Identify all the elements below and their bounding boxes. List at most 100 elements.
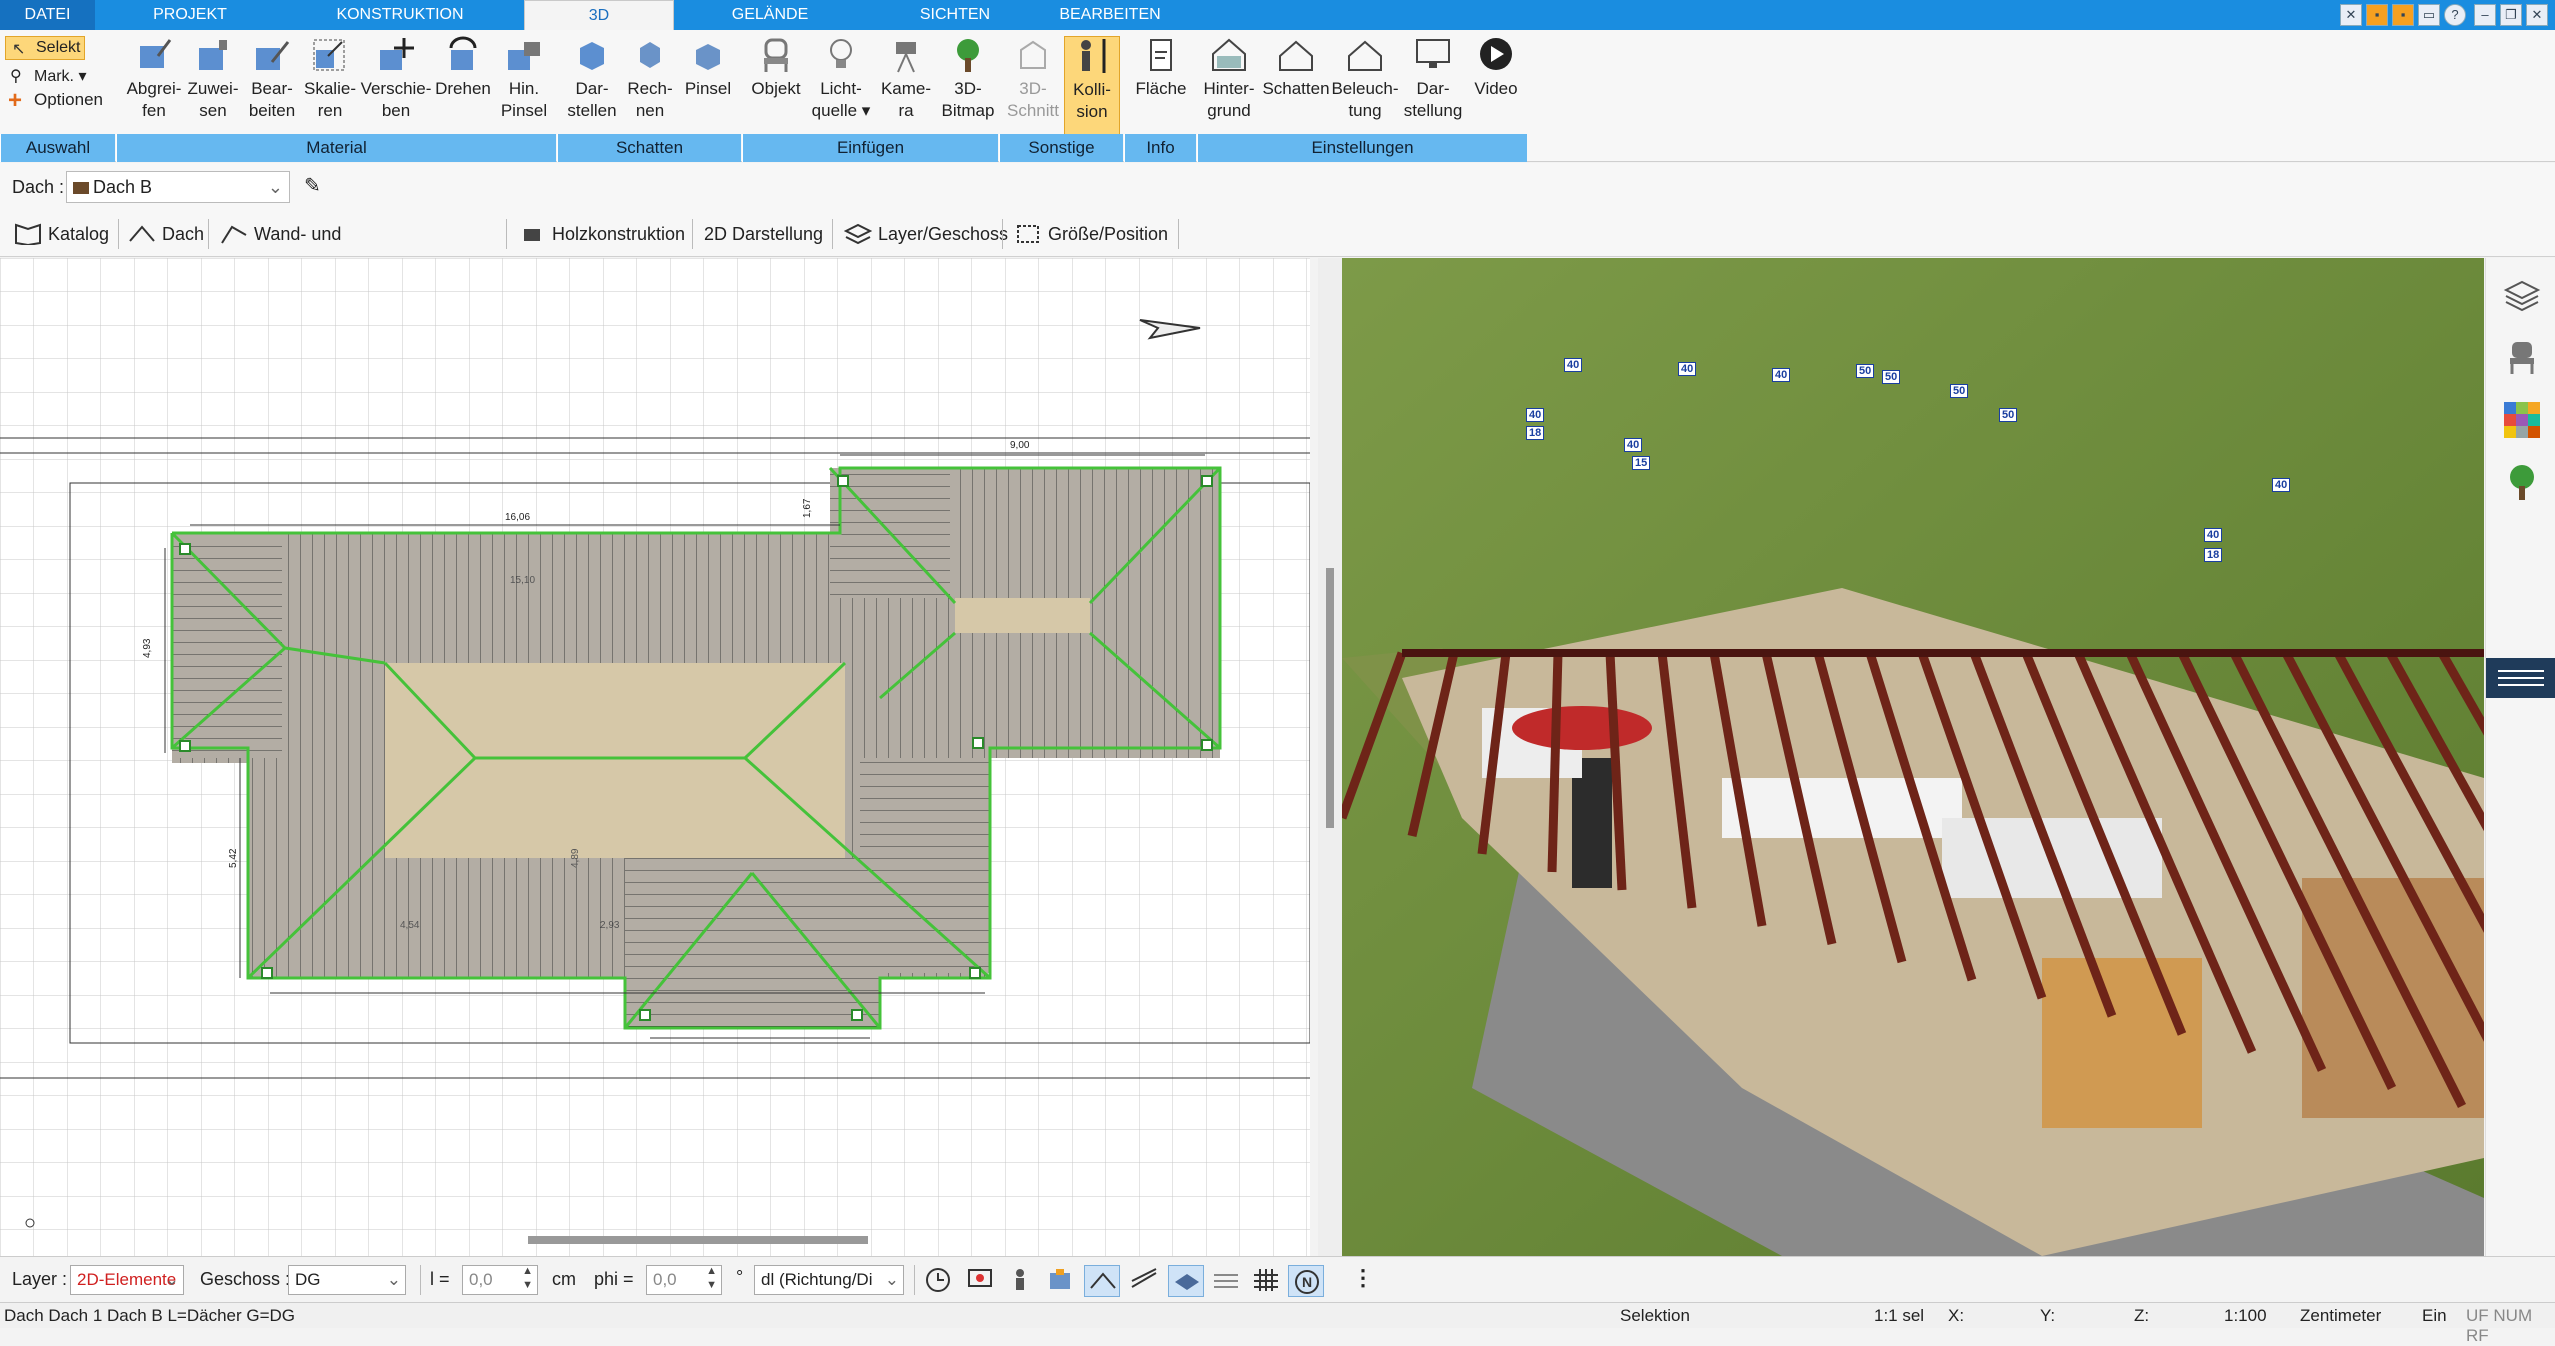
verschieben-button[interactable]: Verschie-ben [358,36,434,122]
view-3d[interactable]: 404040505050504040184015401850 [1342,258,2484,1256]
rafter-view-icon[interactable] [1130,1267,1158,1293]
walk-icon[interactable] [1006,1267,1034,1293]
home-icon[interactable]: ▪ [2366,4,2388,26]
layout-icon[interactable]: ▭ [2418,4,2440,26]
schnitt-button[interactable]: 3D- Schnitt [1002,36,1064,122]
camera-icon [896,42,916,73]
tab-projekt[interactable]: PROJEKT [120,0,260,30]
dach-select-row: Dach : Dach B ⌄ ✎ [0,163,2555,211]
tab-gelaende[interactable]: GELÄNDE [700,0,840,30]
hin-pinsel-button[interactable]: Hin. Pinsel [494,36,554,122]
cube-shadow-icon [580,42,604,70]
layer-dropdown[interactable]: 2D-Elemente ⌄ [70,1265,184,1295]
lines-view-icon[interactable] [1212,1267,1240,1293]
north-button[interactable]: N [1288,1265,1324,1297]
materials-panel-icon[interactable] [2502,400,2542,440]
pencil-icon[interactable]: ✎ [304,173,321,198]
plane-view-button[interactable] [1168,1265,1204,1297]
darstellung-button[interactable]: Dar-stellung [1400,36,1466,122]
monitor-icon [1416,39,1450,68]
kollision-button[interactable]: Kolli-sion [1064,36,1120,138]
schatten-settings-button[interactable]: Schatten [1260,36,1332,100]
holzkonstruktion-label: Holzkonstruktion [552,224,686,244]
object-icon[interactable] [1046,1267,1074,1293]
selekt-button[interactable]: ↖ Selekt [5,36,85,60]
roof-view-button[interactable] [1084,1265,1120,1297]
sidebar-toggle-button[interactable] [2486,658,2555,698]
tab-konstruktion[interactable]: KONSTRUKTION [320,0,480,30]
bitmap-button[interactable]: 3D- Bitmap [936,36,1000,122]
tab-3d[interactable]: 3D [524,0,674,30]
window-icon[interactable]: ▪ [2392,4,2414,26]
drehen-button[interactable]: Drehen [432,36,494,100]
kamera-label-2: ra [898,101,914,120]
house-light-icon [1348,40,1382,71]
tab-bearbeiten[interactable]: BEARBEITEN [1040,0,1180,30]
selekt-label: Selekt [36,39,81,56]
roof-pitch-label: 40 [2272,478,2291,492]
roof-pitch-label: 40 [1564,358,1583,372]
close-icon[interactable]: ✕ [2526,4,2548,26]
group-schatten: Schatten [557,134,741,162]
roof-pitch-label: 40 [1624,438,1643,452]
beleuchtung-button[interactable]: Beleuch-tung [1330,36,1400,122]
plan-canvas[interactable]: 9,00 16,06 4,93 5,42 1,67 15,10 4,54 2,9… [0,258,1310,1258]
katalog-button[interactable]: Katalog [6,217,116,251]
darstellen-button[interactable]: Dar-stellen [562,36,622,122]
phi-input[interactable]: 0,0 ▲ ▼ [646,1265,722,1295]
hintergrund-button[interactable]: Hinter-grund [1198,36,1260,122]
dach-dropdown[interactable]: Dach B ⌄ [66,171,290,203]
dach-button[interactable]: Dach [120,217,204,251]
restore-icon[interactable]: ❐ [2500,4,2522,26]
bearbeiten-button[interactable]: Bear-beiten [242,36,302,122]
plan-view[interactable]: 9,00 16,06 4,93 5,42 1,67 15,10 4,54 2,9… [0,258,1310,1258]
holzkonstruktion-button[interactable]: Holzkonstruktion [510,217,690,251]
screen-icon[interactable] [966,1267,994,1293]
optionen-button[interactable]: + Optionen [8,87,108,114]
timber-icon [524,229,540,241]
tab-datei[interactable]: DATEI [0,0,95,30]
ribbon: ↖ Selekt ⚲ Mark. ▾ + Optionen Auswahl Ab… [0,30,2555,162]
scroll-thumb[interactable] [1326,568,1334,828]
stepper-icon[interactable]: ▲ ▼ [706,1264,717,1292]
help-icon[interactable]: ? [2444,4,2466,26]
kamera-button[interactable]: Kame-ra [874,36,938,122]
rechnen-button[interactable]: Rech-nen [620,36,680,122]
stepper-icon[interactable]: ▲ ▼ [522,1264,533,1292]
minimize-icon[interactable]: – [2474,4,2496,26]
tree-icon [957,39,979,72]
darstellung-2d-button[interactable]: 2D Darstellung [694,217,824,251]
dl-dropdown[interactable]: dl (Richtung/Di ⌄ [754,1265,904,1295]
tools-icon[interactable]: ✕ [2340,4,2362,26]
video-button[interactable]: Video [1466,36,1526,100]
plants-panel-icon[interactable] [2502,462,2542,502]
zuweisen-button[interactable]: Zuwei-sen [186,36,240,122]
verschneidung-button[interactable]: Wand- und Dachverschneidung [212,217,502,278]
l-input[interactable]: 0,0 ▲ ▼ [462,1265,538,1295]
plan-vertical-scrollbar[interactable] [1318,258,1342,1258]
schatten-pinsel-label: Pinsel [684,79,732,98]
furniture-panel-icon[interactable] [2502,338,2542,378]
schatten-pinsel-button[interactable]: Pinsel [678,36,738,100]
clock-icon[interactable] [924,1267,952,1293]
abgreifen-button[interactable]: Abgrei-fen [120,36,188,122]
more-icon[interactable]: ⋮ [1352,1265,1374,1291]
mark-button[interactable]: ⚲ Mark. ▾ [8,66,98,86]
flaeche-label: Fläche [1135,79,1187,98]
roof-pitch-label: 40 [1526,408,1545,422]
geschoss-dropdown[interactable]: DG ⌄ [288,1265,406,1295]
flaeche-button[interactable]: Fläche [1128,36,1194,100]
abgreifen-label-2: fen [142,101,166,120]
group-einstellungen: Einstellungen [1197,134,1527,162]
objekt-button[interactable]: Objekt [744,36,808,100]
intersection-icon [221,225,247,244]
group-info: Info [1124,134,1196,162]
grid-icon[interactable] [1252,1267,1280,1293]
tab-sichten[interactable]: SICHTEN [890,0,1020,30]
lichtquelle-button[interactable]: Licht-quelle ▾ [806,36,876,122]
skalieren-button[interactable]: Skalie-ren [300,36,360,122]
layer-geschoss-button[interactable]: Layer/Geschoss [836,217,1008,251]
groesse-position-button[interactable]: Größe/Position [1006,217,1178,251]
optionen-label: Optionen [34,90,103,109]
layers-panel-icon[interactable] [2502,276,2542,316]
